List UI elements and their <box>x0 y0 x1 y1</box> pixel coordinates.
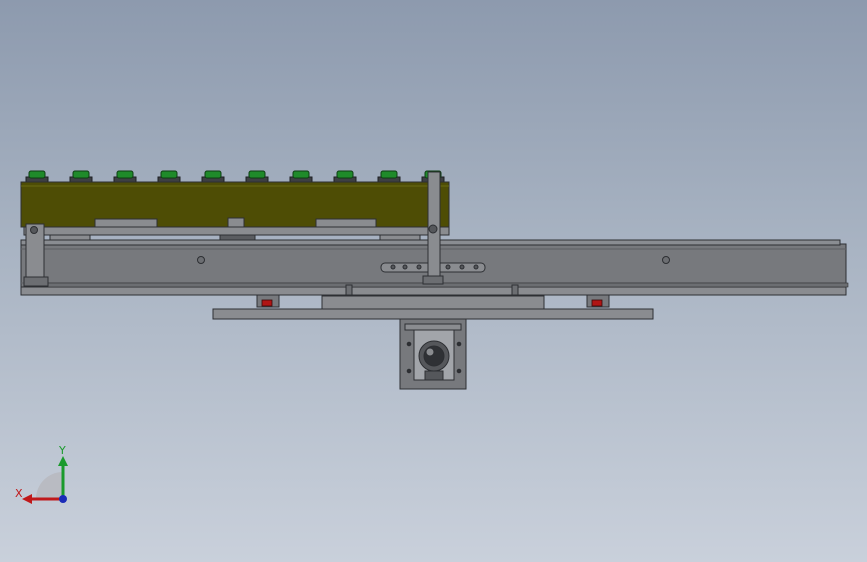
locating-pins <box>25 170 445 183</box>
locating-pin <box>245 170 269 183</box>
y-axis-label: Y <box>58 444 66 457</box>
motor-mount <box>399 318 467 390</box>
z-axis-dot <box>59 495 67 503</box>
locating-pin <box>289 170 313 183</box>
cad-assembly-model[interactable] <box>0 0 867 562</box>
cad-viewport[interactable]: Y X <box>0 0 867 562</box>
locating-pin <box>157 170 181 183</box>
locating-pin <box>69 170 93 183</box>
orientation-triad: Y X <box>15 444 68 504</box>
x-axis-label: X <box>15 487 23 500</box>
locating-pin <box>333 170 357 183</box>
triad-quadrant-shading <box>36 472 63 499</box>
locating-pin <box>113 170 137 183</box>
locating-pin <box>25 170 49 183</box>
locating-pin <box>377 170 401 183</box>
left-support-bracket <box>23 223 49 287</box>
locating-pin <box>201 170 225 183</box>
